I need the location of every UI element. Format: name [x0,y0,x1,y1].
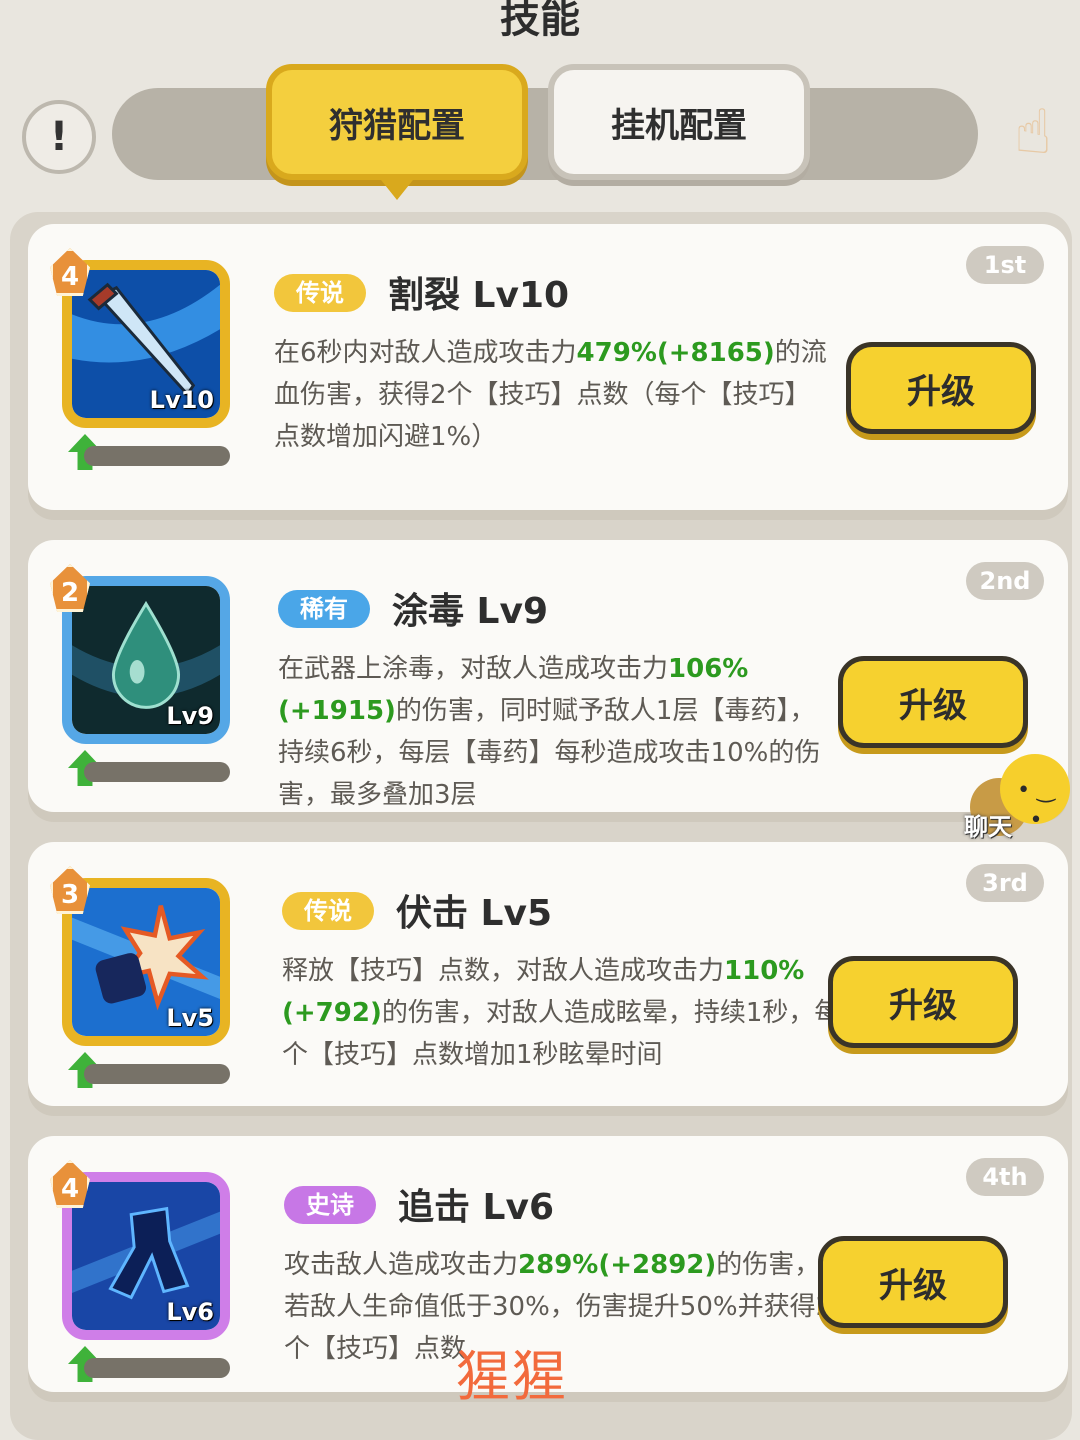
watermark: 猩猩 [456,1345,568,1408]
skill-name: 涂毒 Lv9 [392,591,548,632]
skill-description: 在6秒内对敌人造成攻击力479%(+8165)的流血伤害，获得2个【技巧】点数（… [274,332,834,458]
smile-icon: • ‿ • [1017,778,1055,833]
desc-text: 攻击敌人造成攻击力 [284,1250,519,1280]
exp-bar [84,1064,230,1084]
skill-list[interactable]: Lv10 4 传说 割裂 Lv10 在6秒内对敌人造成攻击力479%(+8165… [10,212,1072,1440]
info-button[interactable]: ! [22,100,96,174]
skill-icon[interactable]: Lv5 [62,878,230,1046]
rarity-badge: 史诗 [284,1186,376,1224]
desc-text: 在6秒内对敌人造成攻击力 [274,338,577,368]
tab-hunt-config-label: 狩猎配置 [329,105,465,146]
order-badge: 4th [966,1158,1044,1196]
page-title: 技能 [500,0,580,42]
rarity-badge: 传说 [282,892,374,930]
desc-text: 在武器上涂毒，对敌人造成攻击力 [278,654,669,684]
rarity-badge: 稀有 [278,590,370,628]
order-badge: 3rd [966,864,1044,902]
exp-bar [84,1358,230,1378]
exp-bar [84,446,230,466]
desc-text: 释放【技巧】点数，对敌人造成攻击力 [282,956,725,986]
order-badge: 1st [966,246,1044,284]
rank-gem-badge: 4 [50,1160,90,1208]
order-badge: 2nd [966,562,1044,600]
icon-level-label: Lv5 [166,1004,214,1032]
skill-name: 伏击 Lv5 [396,893,552,934]
upgrade-button[interactable]: 升级 [838,656,1028,748]
desc-number: 479%(+8165) [576,338,775,368]
tab-track [112,88,978,180]
icon-level-label: Lv10 [149,386,214,414]
skill-card: Lv5 3 传说 伏击 Lv5 释放【技巧】点数，对敌人造成攻击力110%(+7… [28,842,1068,1106]
skill-description: 在武器上涂毒，对敌人造成攻击力106%(+1915)的伤害，同时赋予敌人1层【毒… [278,648,838,816]
tab-hunt-config[interactable]: 狩猎配置 [266,64,528,200]
icon-level-label: Lv6 [166,1298,214,1326]
tab-idle-config-label: 挂机配置 [611,105,747,146]
rank-gem-badge: 4 [50,248,90,296]
skill-name: 追击 Lv6 [398,1187,554,1228]
icon-level-label: Lv9 [166,702,214,730]
exp-bar [84,762,230,782]
hand-pointer-icon[interactable]: ☝ [998,86,1068,178]
skill-icon[interactable]: Lv9 [62,576,230,744]
skill-icon[interactable]: Lv10 [62,260,230,428]
skill-card: Lv10 4 传说 割裂 Lv10 在6秒内对敌人造成攻击力479%(+8165… [28,224,1068,510]
upgrade-button[interactable]: 升级 [818,1236,1008,1328]
chat-button[interactable]: • ‿ • 聊天 [958,752,1072,842]
tab-idle-config[interactable]: 挂机配置 [548,64,810,180]
desc-number: 289%(+2892) [518,1250,717,1280]
rank-gem-badge: 3 [50,866,90,914]
skill-name: 割裂 Lv10 [388,275,570,316]
rarity-badge: 传说 [274,274,366,312]
upgrade-button[interactable]: 升级 [846,342,1036,434]
chat-label: 聊天 [964,813,1012,841]
skill-card: Lv9 2 稀有 涂毒 Lv9 在武器上涂毒，对敌人造成攻击力106%(+191… [28,540,1068,812]
upgrade-button[interactable]: 升级 [828,956,1018,1048]
rank-gem-badge: 2 [50,564,90,612]
exclamation-icon: ! [49,114,69,160]
skill-description: 释放【技巧】点数，对敌人造成攻击力110%(+792)的伤害，对敌人造成眩晕，持… [282,950,842,1076]
skill-icon[interactable]: Lv6 [62,1172,230,1340]
